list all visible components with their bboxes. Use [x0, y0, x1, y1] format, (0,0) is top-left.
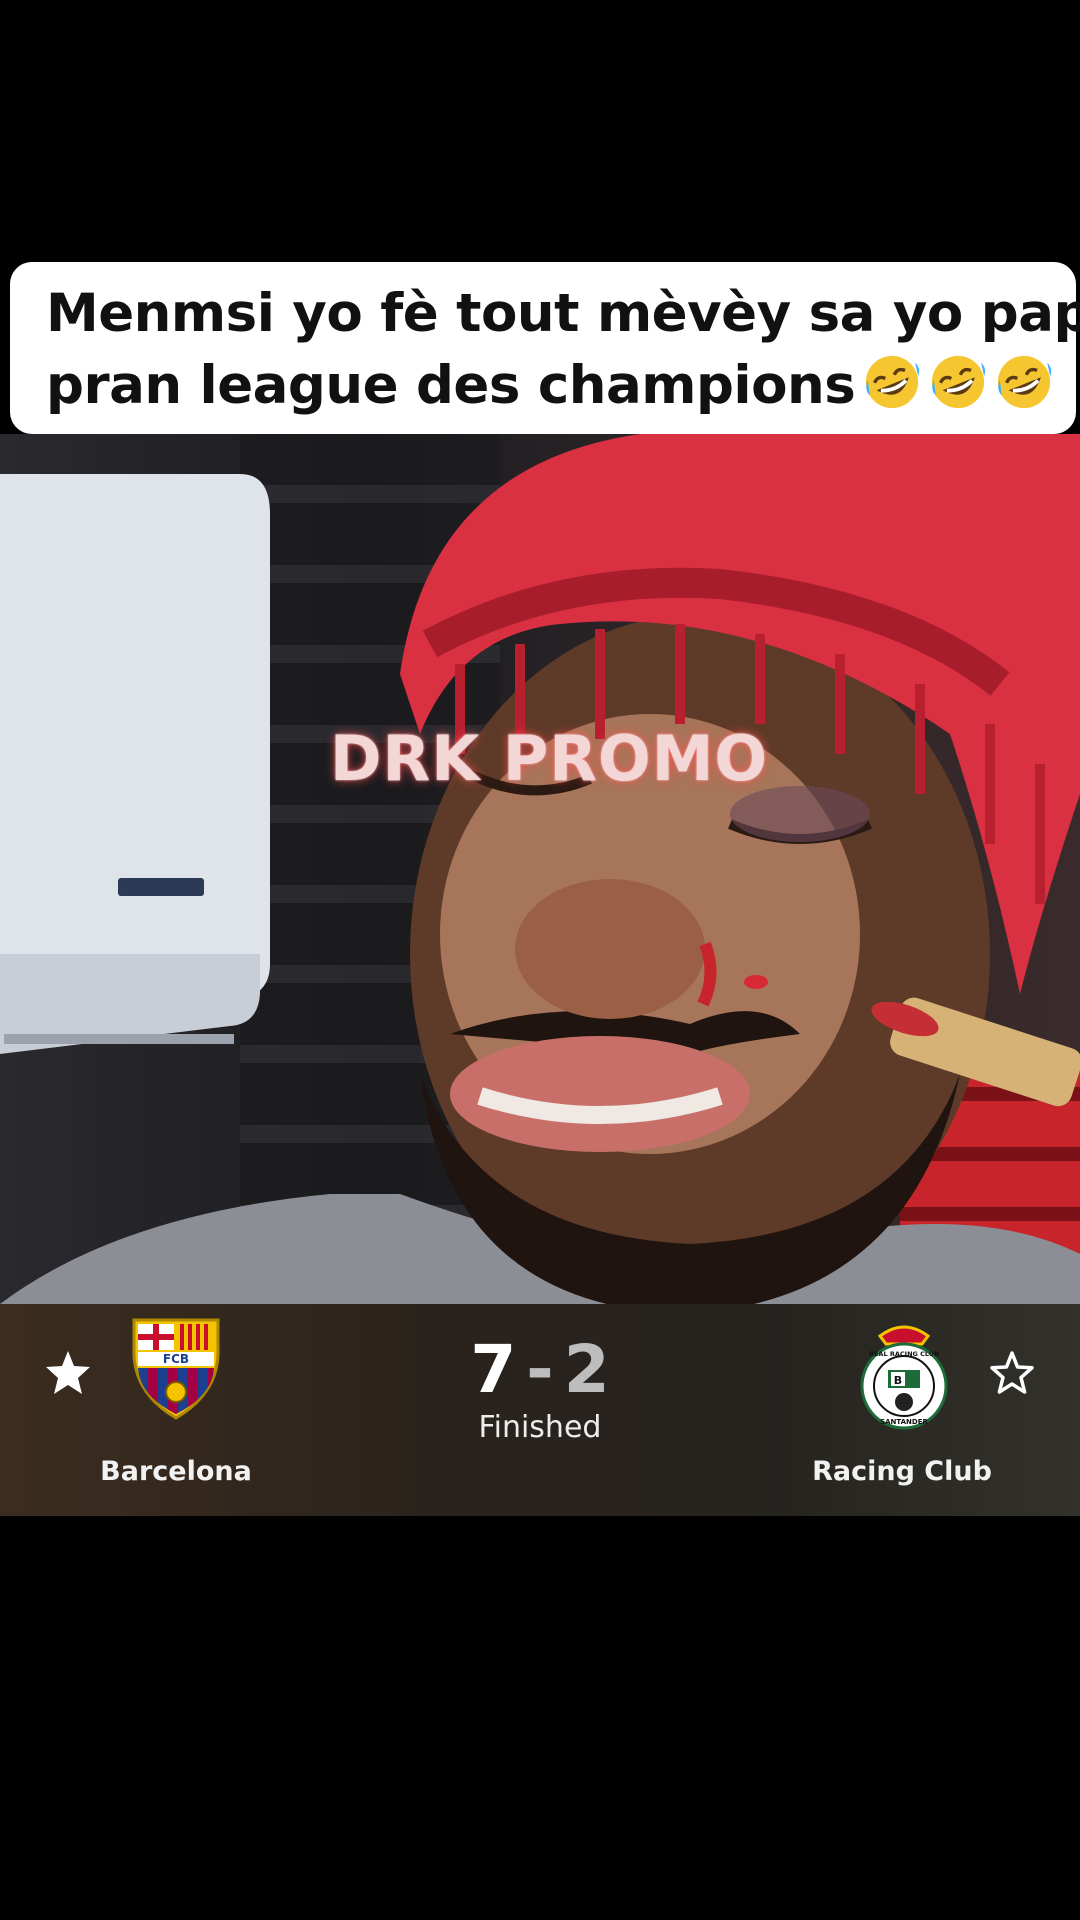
video-scene — [0, 434, 1080, 1304]
home-score: 7 — [470, 1331, 517, 1408]
caption-line-2-text: pran league des champions — [46, 355, 856, 416]
laughing-emoji-icon — [932, 355, 986, 409]
racing-santander-crest: B REAL RACING CLUB SANTANDER — [860, 1325, 948, 1430]
svg-text:B: B — [894, 1374, 902, 1387]
away-team-name[interactable]: Racing Club — [772, 1456, 1032, 1487]
match-scorebar[interactable]: FCB Barcelona 7-2 Finished B REAL RACING… — [0, 1304, 1080, 1516]
laughing-emoji-icon — [998, 355, 1052, 409]
score-separator: - — [526, 1331, 554, 1408]
crest-bottom-text: SANTANDER — [880, 1418, 928, 1426]
caption-line-1: Menmsi yo fè tout mèvèy sa yo pap — [46, 283, 1080, 344]
caption-line-2: pran league des champions — [46, 350, 1056, 422]
match-score: 7-2 — [440, 1334, 640, 1406]
laughing-emoji-icon — [866, 355, 920, 409]
favorite-star-filled-icon[interactable] — [43, 1348, 93, 1398]
home-team-name[interactable]: Barcelona — [46, 1456, 306, 1487]
crest-fcb-text: FCB — [163, 1352, 189, 1366]
crest-top-text: REAL RACING CLUB — [869, 1350, 939, 1358]
match-status: Finished — [478, 1410, 602, 1445]
video-watermark: DRK PROMO — [330, 722, 769, 795]
favorite-star-outline-icon[interactable] — [987, 1348, 1037, 1398]
caption-box: Menmsi yo fè tout mèvèy sa yo pap pran l… — [10, 262, 1080, 434]
video-frame[interactable]: DRK PROMO — [0, 434, 1080, 1304]
away-score: 2 — [563, 1331, 610, 1408]
air-conditioner — [0, 474, 270, 1054]
barcelona-crest: FCB — [132, 1318, 220, 1420]
